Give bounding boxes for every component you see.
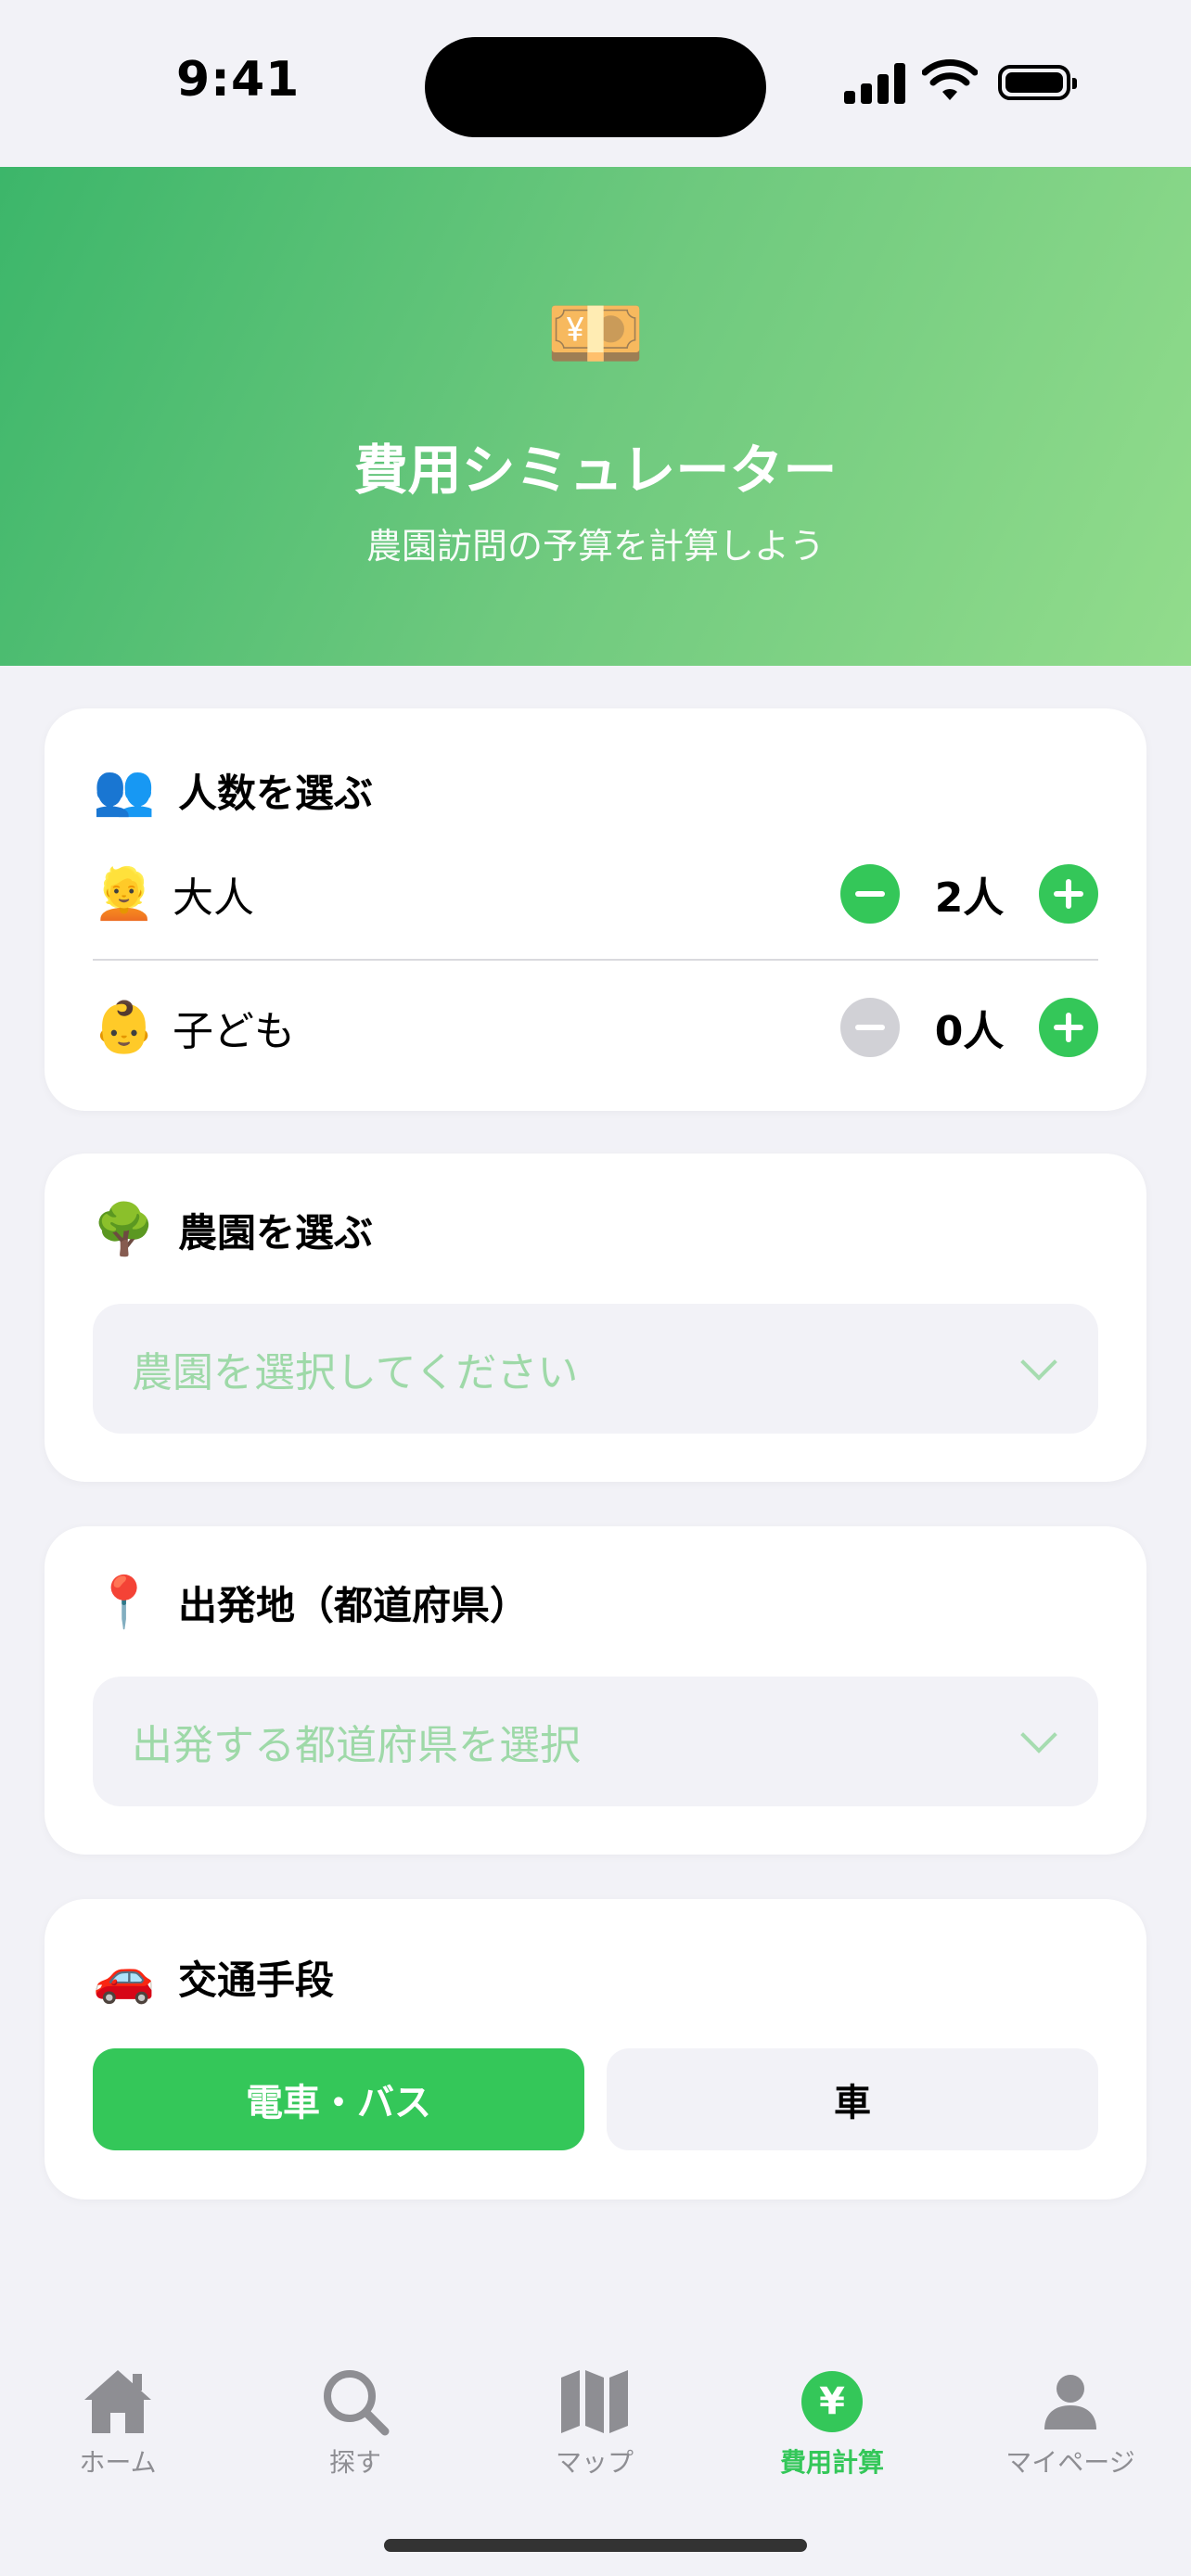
adult-label: 大人 xyxy=(173,874,254,922)
transport-segmented-control: 電車・バス 車 xyxy=(93,2048,1098,2150)
people-icon: 👥 xyxy=(93,760,156,819)
adult-count: 2人 xyxy=(934,874,1005,922)
child-label: 子ども xyxy=(173,1008,295,1055)
child-count: 0人 xyxy=(934,1008,1005,1055)
car-icon: 🚗 xyxy=(93,1947,156,2006)
wifi-icon xyxy=(922,59,978,100)
row-divider xyxy=(93,959,1098,961)
departure-card-title: 📍 出発地（都道府県） xyxy=(93,1573,529,1632)
tab-home[interactable]: ホーム xyxy=(25,2365,211,2480)
prefecture-select-placeholder: 出発する都道府県を選択 xyxy=(132,1722,581,1769)
adult-increment-button[interactable] xyxy=(1039,864,1098,924)
search-icon xyxy=(324,2370,390,2436)
dynamic-island xyxy=(425,37,766,137)
departure-card: 📍 出発地（都道府県） 出発する都道府県を選択 xyxy=(45,1526,1146,1855)
pin-icon: 📍 xyxy=(93,1573,156,1631)
departure-title-label: 出発地（都道府県） xyxy=(178,1582,530,1628)
tab-map[interactable]: マップ xyxy=(502,2365,687,2480)
map-icon xyxy=(561,2370,628,2433)
adult-stepper: 2人 xyxy=(840,864,1098,924)
child-row: 👶 子ども 0人 xyxy=(93,981,1098,1074)
transport-card: 🚗 交通手段 電車・バス 車 xyxy=(45,1899,1146,2200)
adult-row: 👱 大人 2人 xyxy=(93,848,1098,940)
page-subtitle: 農園訪問の予算を計算しよう xyxy=(365,526,825,567)
tab-cost[interactable]: ¥ 費用計算 xyxy=(739,2365,925,2480)
chevron-down-icon xyxy=(1020,1344,1057,1381)
house-icon xyxy=(84,2370,151,2433)
farm-title-label: 農園を選ぶ xyxy=(178,1209,374,1256)
page-title: 費用シミュレーター xyxy=(353,439,838,502)
prefecture-select[interactable]: 出発する都道府県を選択 xyxy=(93,1677,1098,1806)
adult-decrement-button[interactable] xyxy=(840,864,900,924)
child-icon: 👶 xyxy=(93,998,156,1056)
tab-search[interactable]: 探す xyxy=(263,2365,448,2480)
header-banner: 💴 費用シミュレーター 農園訪問の予算を計算しよう xyxy=(0,167,1191,666)
child-stepper: 0人 xyxy=(840,998,1098,1057)
child-decrement-button[interactable] xyxy=(840,998,900,1057)
status-time: 9:41 xyxy=(176,52,301,108)
status-bar: 9:41 xyxy=(0,0,1191,167)
farm-select[interactable]: 農園を選択してください xyxy=(93,1304,1098,1434)
tab-home-label: ホーム xyxy=(79,2447,157,2478)
transport-option-car[interactable]: 車 xyxy=(607,2048,1098,2150)
farm-select-placeholder: 農園を選択してください xyxy=(132,1349,579,1396)
farm-card: 🌳 農園を選ぶ 農園を選択してください xyxy=(45,1154,1146,1482)
tree-icon: 🌳 xyxy=(93,1200,156,1258)
cellular-signal-icon xyxy=(844,63,905,104)
yen-symbol: ¥ xyxy=(819,2380,845,2423)
yen-banknote-icon: 💴 xyxy=(545,287,646,380)
adult-icon: 👱 xyxy=(93,864,156,923)
tab-mypage[interactable]: マイページ xyxy=(978,2365,1163,2480)
person-icon xyxy=(1044,2375,1096,2429)
transport-option-train-bus[interactable]: 電車・バス xyxy=(93,2048,584,2150)
people-card-title: 👥 人数を選ぶ xyxy=(93,760,373,820)
people-title-label: 人数を選ぶ xyxy=(178,770,374,816)
tab-mypage-label: マイページ xyxy=(1005,2447,1135,2478)
home-indicator xyxy=(384,2539,807,2552)
battery-icon xyxy=(998,65,1077,100)
tab-search-label: 探す xyxy=(328,2447,381,2478)
tab-cost-label: 費用計算 xyxy=(779,2447,884,2478)
yen-icon: ¥ xyxy=(801,2371,863,2432)
people-card: 👥 人数を選ぶ 👱 大人 2人 👶 子ども 0人 xyxy=(45,708,1146,1111)
child-increment-button[interactable] xyxy=(1039,998,1098,1057)
transport-title-label: 交通手段 xyxy=(178,1957,335,2003)
tab-map-label: マップ xyxy=(555,2447,634,2478)
chevron-down-icon xyxy=(1020,1716,1057,1753)
farm-card-title: 🌳 農園を選ぶ xyxy=(93,1200,373,1259)
transport-card-title: 🚗 交通手段 xyxy=(93,1947,334,2007)
